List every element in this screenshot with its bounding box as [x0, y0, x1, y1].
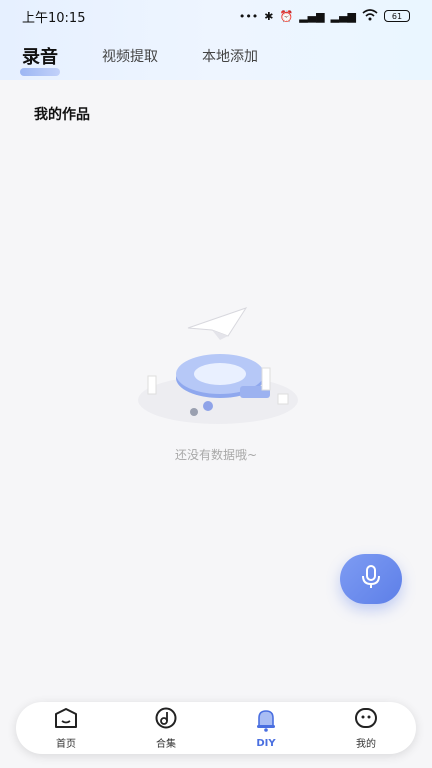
nav-label: 我的	[356, 738, 376, 750]
tab-label: 录音	[22, 47, 58, 68]
tab-record[interactable]: 录音	[20, 43, 60, 76]
home-icon	[53, 707, 79, 732]
tab-local-add[interactable]: 本地添加	[202, 46, 258, 66]
bluetooth-icon: ✱	[264, 9, 274, 23]
empty-state-illustration	[128, 300, 308, 440]
music-note-icon	[153, 707, 179, 732]
bell-icon	[253, 708, 279, 735]
tab-label: 视频提取	[102, 49, 158, 65]
microphone-icon	[360, 564, 382, 594]
nav-label: DIY	[256, 737, 276, 749]
tab-label: 本地添加	[202, 49, 258, 65]
tab-active-indicator	[20, 68, 60, 76]
nav-collection[interactable]: 合集	[126, 707, 206, 750]
nav-home[interactable]: 首页	[26, 707, 106, 750]
face-icon	[353, 707, 379, 732]
battery-icon: 61	[384, 10, 410, 22]
status-icons: ••• ✱ ⏰ ▂▄▆ ▂▄▆ 61	[238, 8, 410, 24]
tab-video-extract[interactable]: 视频提取	[102, 46, 158, 66]
status-time: 上午10:15	[22, 10, 86, 26]
signal-icon: ▂▄▆	[330, 9, 356, 23]
wifi-icon	[362, 8, 378, 24]
nav-diy[interactable]: DIY	[226, 708, 306, 749]
more-dots-icon: •••	[238, 9, 259, 23]
nav-label: 首页	[56, 738, 76, 750]
signal-icon: ▂▄▆	[299, 9, 325, 23]
nav-label: 合集	[156, 738, 176, 750]
status-bar: 上午10:15 ••• ✱ ⏰ ▂▄▆ ▂▄▆ 61	[0, 0, 432, 32]
alarm-icon: ⏰	[279, 9, 294, 23]
record-mic-button[interactable]	[340, 554, 402, 604]
top-tabs: 录音 视频提取 本地添加	[0, 38, 432, 76]
bottom-nav: 首页 合集 DIY 我的	[16, 702, 416, 754]
battery-level: 61	[391, 11, 403, 21]
empty-state-text: 还没有数据哦~	[174, 448, 258, 462]
section-title: 我的作品	[34, 107, 90, 123]
nav-mine[interactable]: 我的	[326, 707, 406, 750]
